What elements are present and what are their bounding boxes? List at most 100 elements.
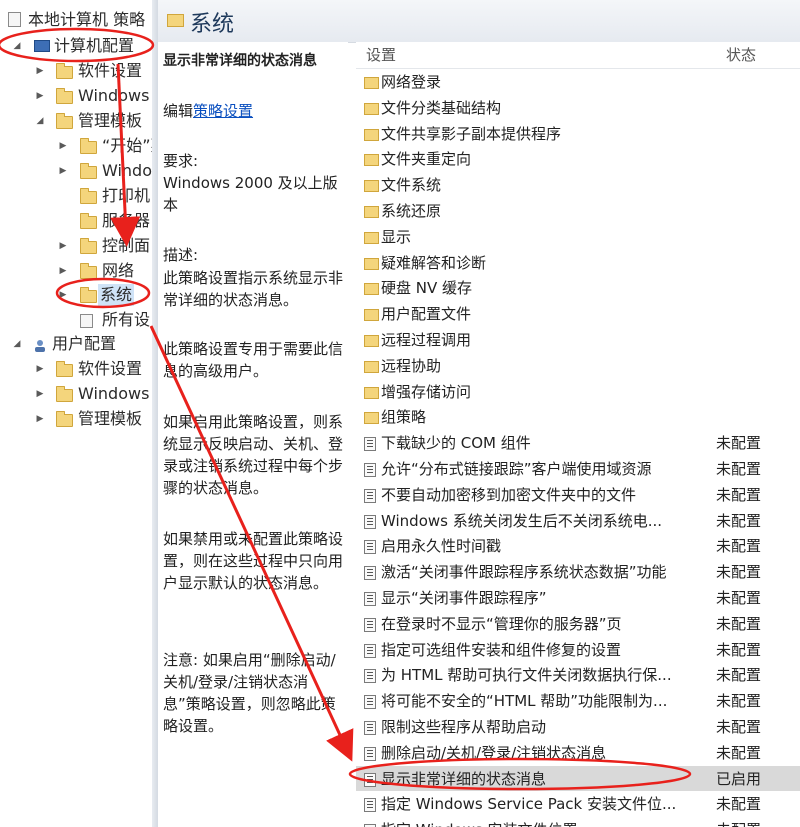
requirements-label: 要求: [163,152,199,170]
policy-setting-icon [364,617,376,632]
setting-name: 文件共享影子副本提供程序 [381,124,562,143]
setting-folder-row[interactable]: 硬盘 NV 缓存 [356,275,800,301]
collapse-arrow-icon[interactable]: ▶ [35,408,45,430]
description-panel: 显示非常详细的状态消息 编辑策略设置 要求: Windows 2000 及以上版… [158,42,348,827]
setting-state: 未配置 [716,692,762,711]
content-header: 系统 [158,0,800,43]
policy-row[interactable]: 指定可选组件安装和组件修复的设置 未配置 [356,637,800,663]
setting-folder-row[interactable]: 远程过程调用 [356,327,800,353]
folder-icon [364,412,379,425]
policy-row[interactable]: 显示“关闭事件跟踪程序” 未配置 [356,585,800,611]
policy-setting-icon [364,669,376,684]
collapse-arrow-icon[interactable]: ▶ [58,135,68,157]
folder-icon [56,63,73,79]
edit-policy-link[interactable]: 策略设置 [193,102,253,120]
description-label: 描述: [163,246,199,264]
setting-state: 未配置 [716,434,762,453]
folder-icon [364,257,379,270]
collapse-arrow-icon[interactable]: ▶ [58,235,68,257]
setting-folder-row[interactable]: 组策略 [356,404,800,430]
setting-folder-row[interactable]: 网络登录 [356,69,800,95]
folder-icon [364,154,379,167]
setting-name: 文件夹重定向 [381,150,472,169]
tree-root-label: 本地计算机 策略 [28,10,146,29]
collapse-arrow-icon[interactable]: ▶ [35,85,45,107]
setting-folder-row[interactable]: 显示 [356,224,800,250]
setting-folder-row[interactable]: 文件分类基础结构 [356,95,800,121]
settings-list-icon [80,314,93,328]
setting-folder-row[interactable]: 文件夹重定向 [356,146,800,172]
setting-name: 硬盘 NV 缓存 [381,279,473,298]
folder-icon [167,14,184,27]
requirements-text: Windows 2000 及以上版本 [163,174,338,214]
collapse-arrow-icon[interactable]: ▶ [58,260,68,282]
setting-name: 不要自动加密移到加密文件夹中的文件 [381,485,637,504]
folder-icon [56,361,73,377]
collapse-arrow-icon[interactable]: ▶ [58,160,68,182]
setting-folder-row[interactable]: 疑难解答和诊断 [356,250,800,276]
policy-setting-icon [364,798,376,813]
policy-row[interactable]: 启用永久性时间戳 未配置 [356,533,800,559]
policy-row[interactable]: 在登录时不显示“管理你的服务器”页 未配置 [356,611,800,637]
setting-folder-row[interactable]: 文件系统 [356,172,800,198]
setting-folder-row[interactable]: 远程协助 [356,353,800,379]
tree-label: 软件设置 [78,61,143,80]
setting-folder-row[interactable]: 系统还原 [356,198,800,224]
collapse-arrow-icon[interactable]: ▶ [35,358,45,380]
policy-row[interactable]: Windows 系统关闭发生后不关闭系统电... 未配置 [356,508,800,534]
policy-row[interactable]: 显示非常详细的状态消息 已启用 [356,765,800,792]
policy-row[interactable]: 指定 Windows Service Pack 安装文件位... 未配置 [356,791,800,817]
column-header-setting[interactable]: 设置 [366,42,396,68]
tree-label: 管理模板 [78,111,143,130]
setting-folder-row[interactable]: 文件共享影子副本提供程序 [356,121,800,147]
folder-icon [364,360,379,373]
setting-folder-row[interactable]: 增强存储访问 [356,379,800,405]
setting-folder-row[interactable]: 用户配置文件 [356,301,800,327]
policy-row[interactable]: 下载缺少的 COM 组件 未配置 [356,430,800,456]
policy-setting-icon [364,721,376,735]
setting-name: 指定可选组件安装和组件修复的设置 [381,640,622,659]
policy-row[interactable]: 激活“关闭事件跟踪程序系统状态数据”功能 未配置 [356,559,800,585]
folder-icon [364,206,379,218]
setting-name: 系统还原 [381,202,442,220]
setting-name: 删除启动/关机/登录/注销状态消息 [381,743,607,762]
column-header-state[interactable]: 状态 [726,42,756,68]
tree-label: 所有设 [102,310,151,329]
setting-name: 远程协助 [381,356,442,375]
policy-row[interactable]: 允许“分布式链接跟踪”客户端使用域资源 未配置 [356,456,800,482]
folder-icon [56,88,73,104]
setting-name: 远程过程调用 [381,331,472,349]
setting-name: 显示非常详细的状态消息 [381,769,547,788]
policy-row[interactable]: 为 HTML 帮助可执行文件关闭数据执行保... 未配置 [356,662,800,688]
folder-icon [80,138,97,154]
collapse-arrow-icon[interactable]: ▶ [35,60,45,82]
description-paragraph-3: 如果启用此策略设置，则系统显示反映启动、关机、登录或注销系统过程中每个步骤的状态… [163,413,344,497]
folder-icon [364,386,379,399]
folder-icon [364,102,379,115]
collapse-arrow-icon[interactable]: ▶ [35,383,45,405]
policy-row[interactable]: 限制这些程序从帮助启动 未配置 [356,714,800,740]
folder-icon [56,411,73,427]
policy-row[interactable]: 指定 Windows 安装文件位置未配置 [356,817,800,827]
setting-state: 未配置 [716,666,762,685]
collapse-arrow-icon[interactable]: ▶ [58,284,68,306]
expand-arrow-icon[interactable]: ◢ [12,333,22,355]
policy-row[interactable]: 删除启动/关机/登录/注销状态消息 未配置 [356,740,800,766]
setting-state: 未配置 [716,563,762,582]
setting-name: Windows 系统关闭发生后不关闭系统电... [381,511,663,530]
setting-name: 将可能不安全的“HTML 帮助”功能限制为... [381,692,668,711]
tree-label: 管理模板 [78,409,143,428]
tree-label: 服务器 [102,211,151,230]
tree-label: 软件设置 [78,359,143,378]
folder-icon [80,163,97,179]
expand-arrow-icon[interactable]: ◢ [12,35,22,57]
expand-arrow-icon[interactable]: ◢ [35,110,45,132]
policy-title: 显示非常详细的状态消息 [163,53,317,69]
setting-name: 文件分类基础结构 [381,98,502,117]
setting-name: 限制这些程序从帮助启动 [381,718,547,736]
policy-row[interactable]: 将可能不安全的“HTML 帮助”功能限制为... 未配置 [356,688,800,714]
folder-icon [56,386,73,402]
policy-row[interactable]: 不要自动加密移到加密文件夹中的文件 未配置 [356,482,800,508]
policy-setting-icon [364,463,376,477]
policy-setting-icon [364,746,376,761]
